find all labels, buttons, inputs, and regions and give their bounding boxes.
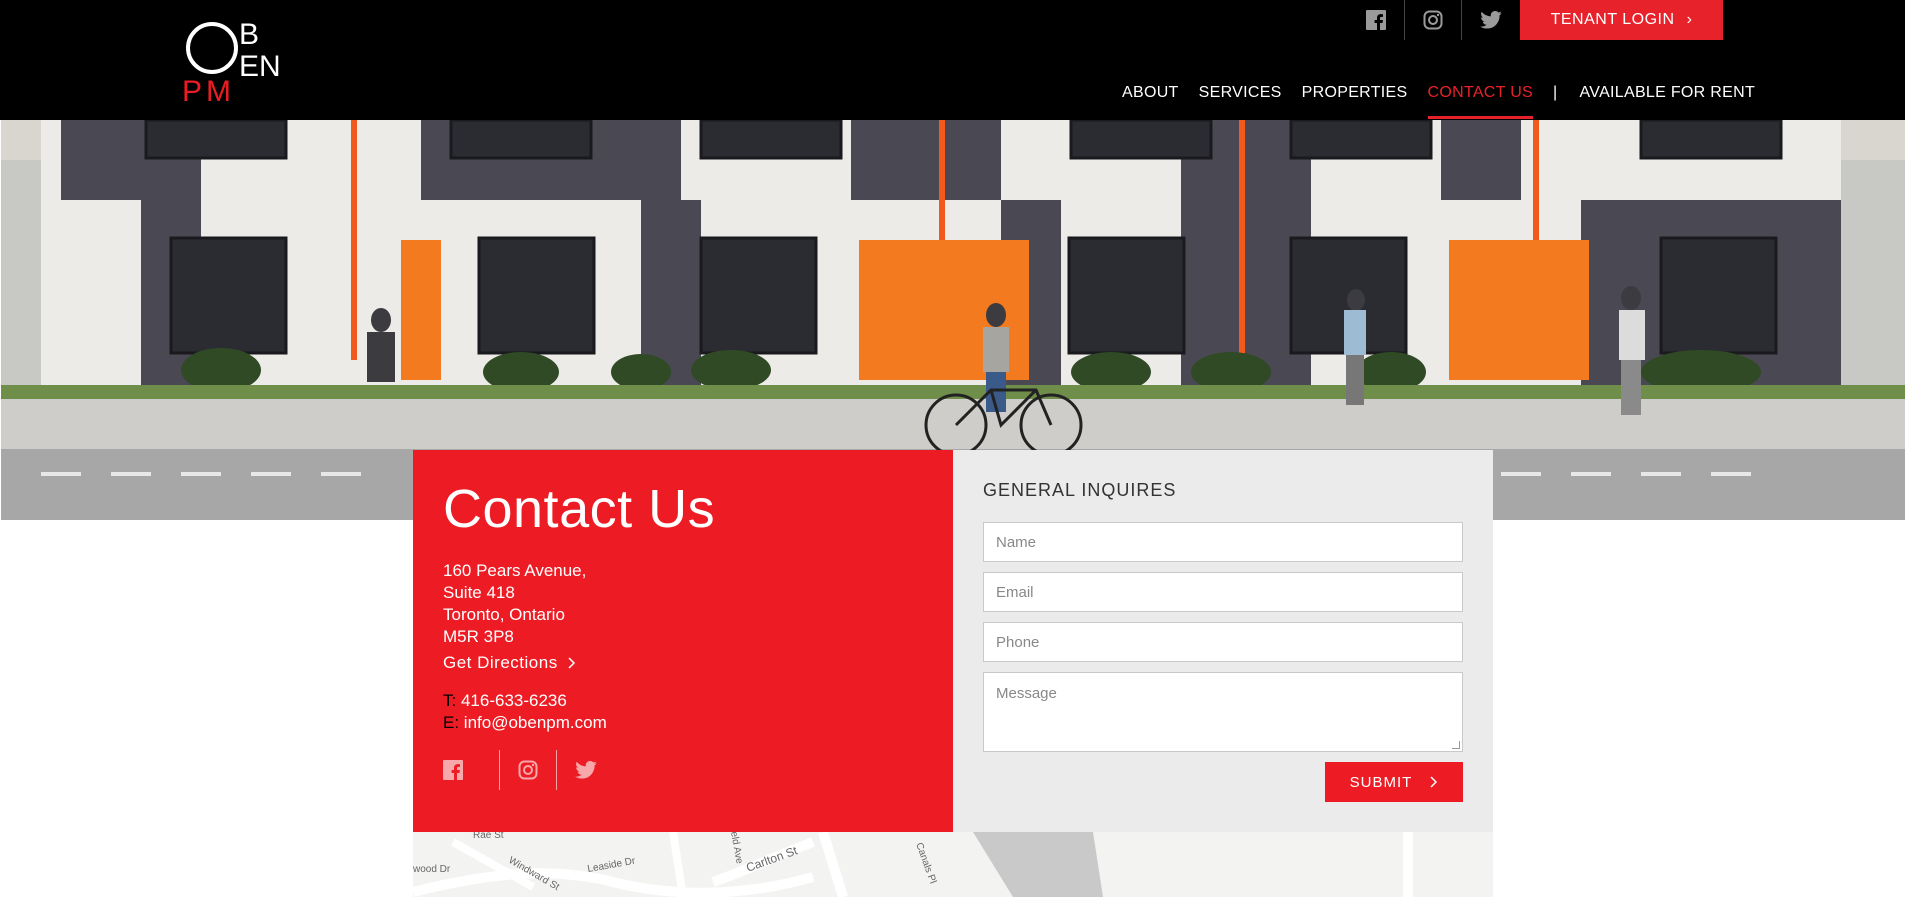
message-field[interactable]: Message xyxy=(983,672,1463,752)
page-title: Contact Us xyxy=(443,479,716,539)
address-line: 160 Pears Avenue, xyxy=(443,561,587,580)
map-label: Carlton St xyxy=(744,843,800,875)
email-field[interactable]: Email xyxy=(983,572,1463,612)
nav-separator: | xyxy=(1553,84,1558,101)
facebook-icon xyxy=(1366,10,1386,30)
header-social-links xyxy=(1348,0,1519,40)
instagram-icon xyxy=(518,760,538,780)
facebook-icon xyxy=(443,760,463,780)
tenant-login-button[interactable]: TENANT LOGIN › xyxy=(1520,0,1723,40)
resize-handle-icon[interactable] xyxy=(1452,741,1460,749)
tenant-login-label: TENANT LOGIN xyxy=(1550,11,1675,28)
get-directions-link[interactable]: Get Directions xyxy=(443,653,576,673)
email-label: E: xyxy=(443,713,460,732)
email-link[interactable]: info@obenpm.com xyxy=(464,713,607,732)
twitter-icon xyxy=(575,761,597,779)
main-nav: ABOUT SERVICES PROPERTIES CONTACT US | A… xyxy=(1122,82,1775,119)
message-placeholder: Message xyxy=(996,685,1057,702)
instagram-link[interactable] xyxy=(500,750,557,790)
map-label: eld Ave xyxy=(728,832,745,865)
location-map[interactable]: Rae St Windward St Leaside Dr Carlton St… xyxy=(413,832,1493,897)
get-directions-label: Get Directions xyxy=(443,653,558,672)
submit-button[interactable]: SUBMIT xyxy=(1325,762,1463,802)
facebook-link[interactable] xyxy=(1348,0,1405,40)
nav-services[interactable]: SERVICES xyxy=(1199,82,1282,104)
svg-text:B: B xyxy=(239,18,259,51)
site-header: B EN PM TENANT LOGIN › ABOUT SERVICES PR… xyxy=(0,0,1905,120)
phone-field[interactable]: Phone xyxy=(983,622,1463,662)
phone-link[interactable]: 416-633-6236 xyxy=(461,691,567,710)
twitter-link[interactable] xyxy=(1462,0,1519,40)
nav-available-for-rent[interactable]: AVAILABLE FOR RENT xyxy=(1580,82,1756,104)
instagram-icon xyxy=(1423,10,1443,30)
map-label: Rae St xyxy=(473,832,504,841)
map-label: Canals Pl xyxy=(913,841,938,885)
phone-label: T: xyxy=(443,691,457,710)
inquiry-form-panel: GENERAL INQUIRES Name Email Phone Messag… xyxy=(953,450,1493,832)
contact-details: T: 416-633-6236 E: info@obenpm.com xyxy=(443,690,607,734)
twitter-icon xyxy=(1479,11,1502,29)
submit-label: SUBMIT xyxy=(1349,773,1413,791)
chevron-right-icon xyxy=(568,657,575,669)
oben-pm-logo[interactable]: B EN PM xyxy=(182,18,304,102)
chevron-right-icon xyxy=(1430,776,1438,788)
twitter-link[interactable] xyxy=(557,750,614,790)
nav-about[interactable]: ABOUT xyxy=(1122,82,1179,104)
svg-text:PM: PM xyxy=(182,75,235,102)
chevron-right-icon: › xyxy=(1686,11,1693,28)
nav-properties[interactable]: PROPERTIES xyxy=(1302,82,1408,104)
form-heading: GENERAL INQUIRES xyxy=(983,480,1177,500)
address-line: Toronto, Ontario xyxy=(443,605,565,624)
address-block: 160 Pears Avenue, Suite 418 Toronto, Ont… xyxy=(443,560,586,648)
nav-contact-us[interactable]: CONTACT US xyxy=(1427,82,1534,119)
name-field[interactable]: Name xyxy=(983,522,1463,562)
map-label: Leaside Dr xyxy=(587,856,637,875)
instagram-link[interactable] xyxy=(1405,0,1462,40)
contact-info-panel: Contact Us 160 Pears Avenue, Suite 418 T… xyxy=(413,450,953,832)
map-label: wood Dr xyxy=(413,864,451,875)
contact-social-links xyxy=(443,750,614,790)
address-line: M5R 3P8 xyxy=(443,627,514,646)
address-line: Suite 418 xyxy=(443,583,515,602)
facebook-link[interactable] xyxy=(443,750,500,790)
svg-text:EN: EN xyxy=(239,50,281,83)
